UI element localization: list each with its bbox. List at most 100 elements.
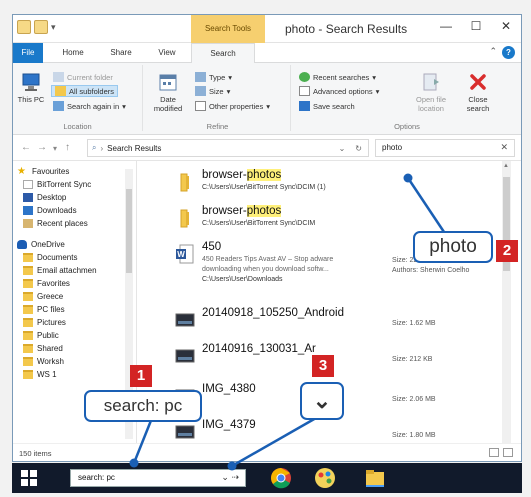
nav-item[interactable]: Shared <box>23 342 63 355</box>
nav-scroll-thumb[interactable] <box>126 189 132 273</box>
nav-item[interactable]: Downloads <box>23 204 77 217</box>
nav-item[interactable]: Public <box>23 329 59 342</box>
file-name-text: 20140916_130031_Ar <box>202 343 316 355</box>
paint-app-icon[interactable] <box>314 467 336 489</box>
tab-share[interactable]: Share <box>101 43 141 63</box>
nav-item[interactable]: Documents <box>23 251 77 264</box>
new-folder-icon[interactable] <box>34 20 48 34</box>
this-pc-button[interactable]: This PC <box>17 71 45 104</box>
nav-item[interactable]: Recent places <box>23 217 88 230</box>
chrome-icon[interactable] <box>270 467 292 489</box>
file-authors: Authors: Sherwin Coelho <box>392 267 470 274</box>
forward-arrow-icon[interactable]: → <box>37 142 47 153</box>
tab-view[interactable]: View <box>149 43 185 63</box>
back-arrow-icon[interactable]: ← <box>21 142 31 153</box>
search-again-button[interactable]: Search again in ▾ <box>53 100 126 112</box>
file-name: IMG_4380 <box>202 383 256 395</box>
address-path: Search Results <box>107 143 162 153</box>
tab-search[interactable]: Search <box>191 43 255 64</box>
nav-item[interactable]: Desktop <box>23 191 66 204</box>
chevron-down-icon: ▾ <box>372 72 377 82</box>
file-snippet: downloading when you download softw... <box>202 266 329 273</box>
recent-searches-button[interactable]: Recent searches ▾ <box>299 71 376 83</box>
nav-item[interactable]: PC files <box>23 303 65 316</box>
file-size: Size: 212 KB <box>392 356 433 363</box>
nav-item[interactable]: WS 1 <box>23 368 57 381</box>
refresh-icon[interactable]: ↻ <box>355 144 362 153</box>
items-count: 150 items <box>19 449 52 458</box>
file-name-text: IMG_4380 <box>202 383 256 395</box>
up-arrow-icon[interactable]: ↑ <box>65 142 70 153</box>
open-folder-icon <box>423 73 439 91</box>
nav-item-label: Downloads <box>37 206 77 215</box>
date-modified-button[interactable]: Date modified <box>151 71 185 113</box>
all-subfolders-button[interactable]: All subfolders <box>51 85 119 97</box>
file-path: C:\Users\User\Downloads <box>202 276 283 283</box>
properties-icon[interactable] <box>17 20 31 34</box>
folder-icon <box>23 331 33 340</box>
search-results-icon: ⌕ <box>92 143 97 152</box>
search-input[interactable]: photo ✕ <box>375 139 515 157</box>
nav-item[interactable]: ★ Favourites <box>17 165 69 178</box>
recent-locations-icon[interactable]: ▾ <box>53 144 57 153</box>
save-search-button[interactable]: Save search <box>299 100 355 112</box>
large-icons-view-icon[interactable] <box>503 448 513 457</box>
details-view-icon[interactable] <box>489 448 499 457</box>
taskbar-search-input[interactable]: search: pc ⌄ ⇢ <box>70 469 246 487</box>
size-button[interactable]: Size ▾ <box>195 85 230 97</box>
size-icon <box>195 86 206 96</box>
close-search-label: Close search <box>466 95 490 113</box>
help-icon[interactable]: ? <box>502 46 515 59</box>
folder-icon <box>23 357 33 366</box>
address-row: ← → ▾ ↑ ⌕ › Search Results ⌄ ↻ photo ✕ <box>13 135 521 161</box>
address-bar[interactable]: ⌕ › Search Results ⌄ ↻ <box>87 139 369 157</box>
nav-item[interactable]: Pictures <box>23 316 66 329</box>
close-window-button[interactable]: ✕ <box>491 15 521 39</box>
open-file-location-label: Open file location <box>415 95 447 113</box>
windows-start-icon[interactable] <box>20 469 38 487</box>
taskbar: search: pc ⌄ ⇢ <box>12 463 522 493</box>
type-icon <box>195 72 206 82</box>
search-match-highlight: photos <box>246 169 282 181</box>
close-search-button[interactable]: Close search <box>461 71 495 113</box>
folder-icon <box>23 370 33 379</box>
refine-group-label: Refine <box>206 122 229 131</box>
search-tools-context-label: Search Tools <box>191 15 265 43</box>
nav-item-label: Favourites <box>32 167 70 176</box>
collapse-ribbon-icon[interactable]: ⌃ <box>489 46 497 57</box>
clear-search-icon[interactable]: ✕ <box>500 142 508 153</box>
current-folder-icon <box>53 72 64 82</box>
nav-item-label: Greece <box>37 292 64 301</box>
taskbar-search-go-icon[interactable]: ⌄ ⇢ <box>221 472 239 483</box>
current-folder-button[interactable]: Current folder <box>53 71 113 83</box>
chevron-down-icon: ▾ <box>228 72 233 82</box>
type-label: Type <box>209 72 226 82</box>
minimize-button[interactable]: — <box>431 15 461 39</box>
folder-icon <box>23 318 33 327</box>
other-properties-button[interactable]: Other properties ▾ <box>195 100 270 112</box>
callout-2-text: photo <box>429 236 477 257</box>
nav-item[interactable]: Favorites <box>23 277 70 290</box>
breadcrumb-separator-icon: › <box>100 143 104 153</box>
open-file-location-button[interactable]: Open file location <box>411 71 451 113</box>
tab-home[interactable]: Home <box>53 43 93 63</box>
all-subfolders-label: All subfolders <box>69 86 115 96</box>
nav-item[interactable]: Email attachmen <box>23 264 97 277</box>
address-dropdown-icon[interactable]: ⌄ <box>339 144 346 153</box>
maximize-button[interactable]: ☐ <box>461 15 491 39</box>
file-path: C:\Users\User\BitTorrent Sync\DCIM <box>202 220 316 227</box>
nav-item-label: Pictures <box>37 318 66 327</box>
qat-dropdown-icon[interactable]: ▾ <box>51 20 61 34</box>
nav-item[interactable]: Greece <box>23 290 63 303</box>
type-button[interactable]: Type ▾ <box>195 71 232 83</box>
nav-item[interactable]: OneDrive <box>17 238 65 251</box>
advanced-options-button[interactable]: Advanced options ▾ <box>299 85 379 97</box>
tab-file[interactable]: File <box>13 43 43 63</box>
folder-icon <box>23 344 33 353</box>
nav-item[interactable]: BitTorrent Sync <box>23 178 91 191</box>
size-label: Size <box>209 86 224 96</box>
file-explorer-icon[interactable] <box>364 467 386 489</box>
file-row[interactable]: browser-photos C:\Users\User\BitTorrent S… <box>138 163 511 203</box>
file-row[interactable]: 20140918_105250_Android Size: 1.62 MB <box>138 301 511 341</box>
nav-item[interactable]: Worksh <box>23 355 64 368</box>
